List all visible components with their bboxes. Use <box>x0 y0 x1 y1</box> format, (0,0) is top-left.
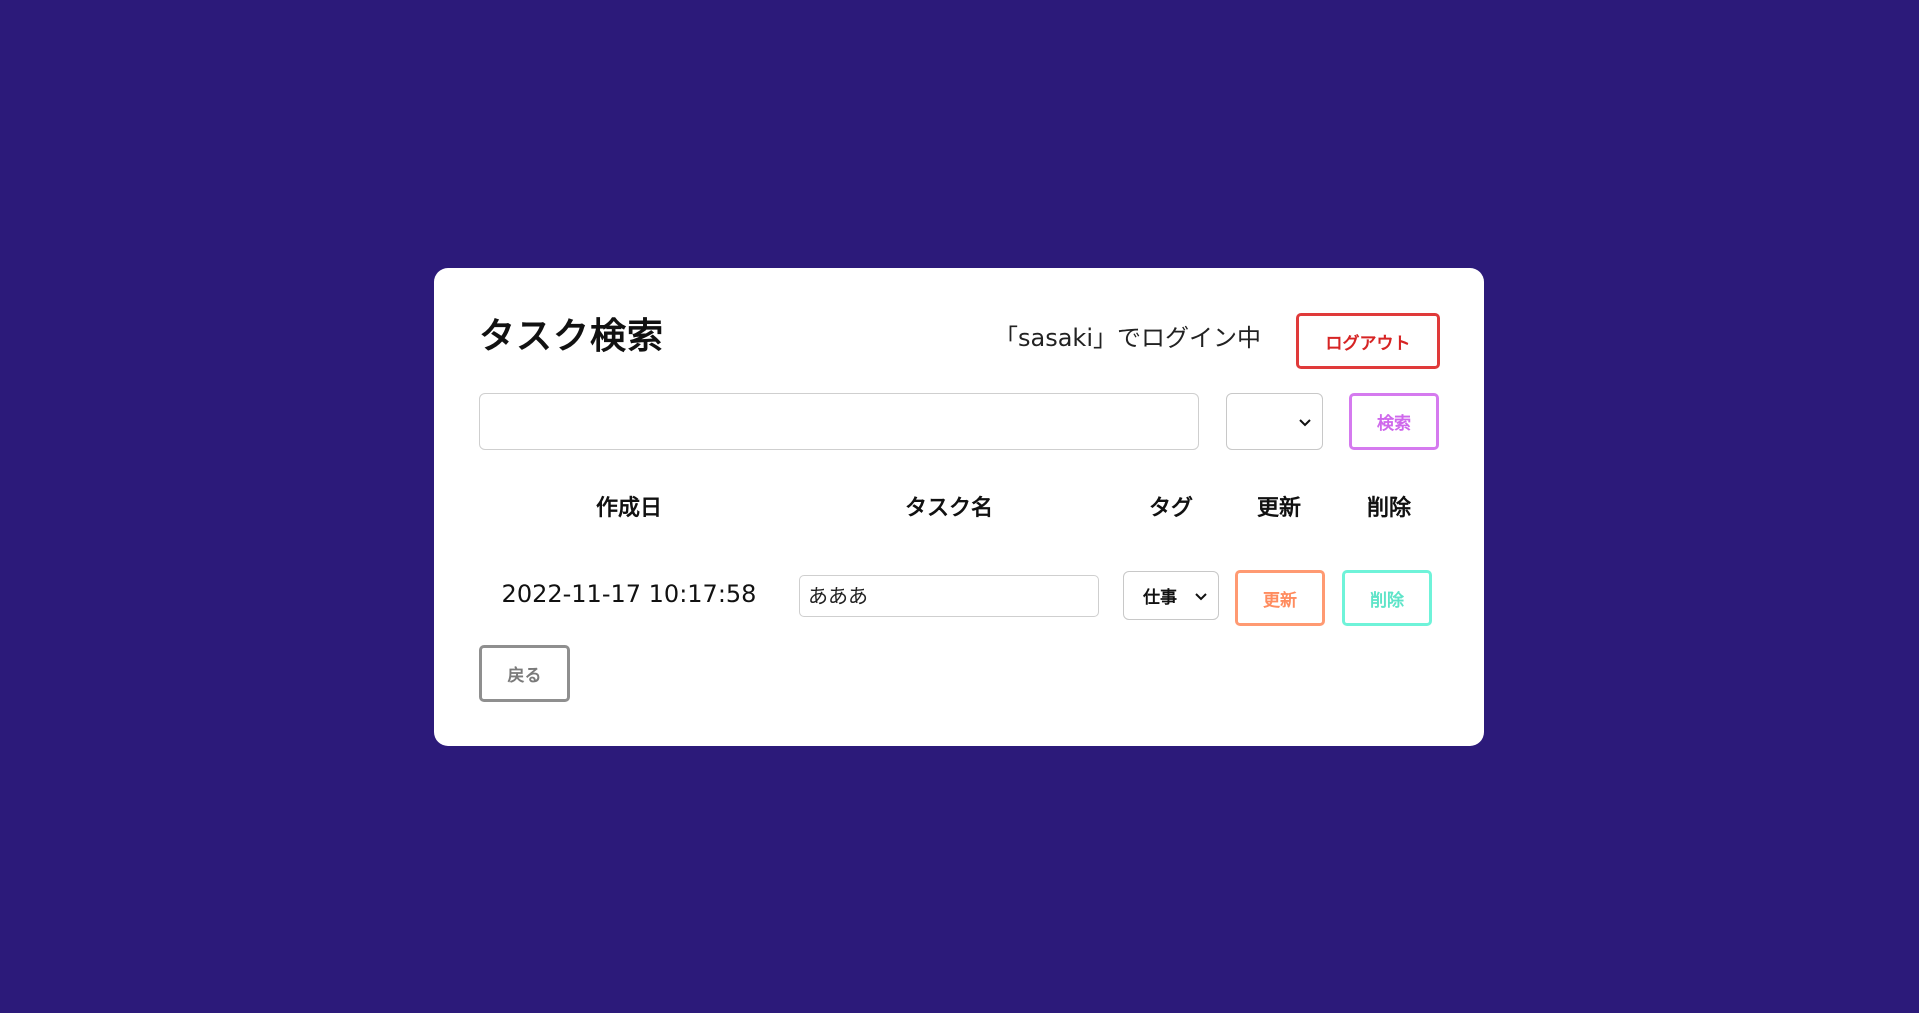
task-created-date: 2022-11-17 10:17:58 <box>501 580 757 608</box>
search-input[interactable] <box>479 393 1199 450</box>
task-search-card: タスク検索 「sasaki」でログイン中 ログアウト 検索 作成日 タスク名 タ… <box>434 268 1484 746</box>
column-header-delete: 削除 <box>1366 496 1411 521</box>
column-header-name: タスク名 <box>904 496 993 521</box>
update-button[interactable]: 更新 <box>1235 570 1325 626</box>
chevron-down-icon <box>1195 592 1207 600</box>
back-button[interactable]: 戻る <box>479 645 570 702</box>
column-header-update: 更新 <box>1256 496 1301 521</box>
task-tag-value: 仕事 <box>1143 588 1177 608</box>
task-tag-select[interactable]: 仕事 <box>1123 571 1219 620</box>
login-status: 「sasaki」でログイン中 <box>994 324 1261 352</box>
column-header-date: 作成日 <box>595 496 662 521</box>
column-header-tag: タグ <box>1148 496 1193 521</box>
task-name-input[interactable]: あああ <box>799 575 1099 617</box>
search-button[interactable]: 検索 <box>1349 393 1439 450</box>
logout-button[interactable]: ログアウト <box>1296 313 1440 369</box>
chevron-down-icon <box>1299 418 1311 426</box>
delete-button[interactable]: 削除 <box>1342 570 1432 626</box>
page-title: タスク検索 <box>479 316 665 357</box>
tag-filter-select[interactable] <box>1226 393 1323 450</box>
